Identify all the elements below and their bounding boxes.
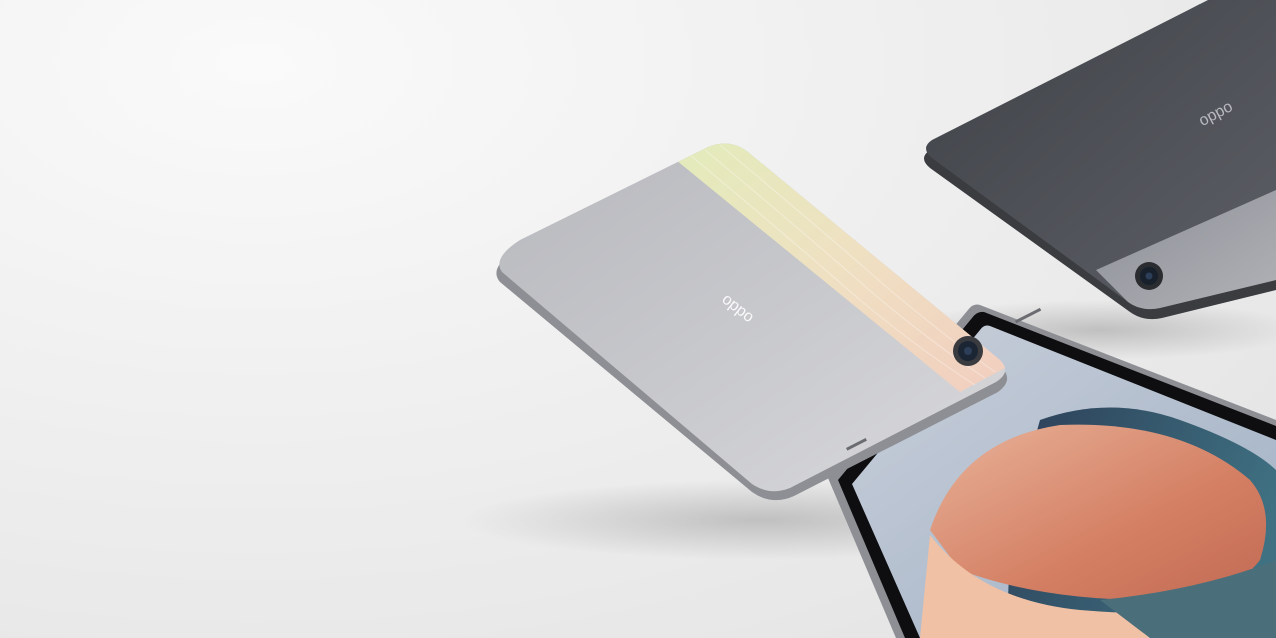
dark-tablet: oppo: [924, 0, 1276, 320]
tablets-illustration: oppo oppo: [460, 0, 1276, 638]
dark-tablet-camera: [1135, 262, 1163, 290]
silver-tablet-camera: [953, 336, 983, 366]
product-scene: oppo oppo: [0, 0, 1276, 638]
